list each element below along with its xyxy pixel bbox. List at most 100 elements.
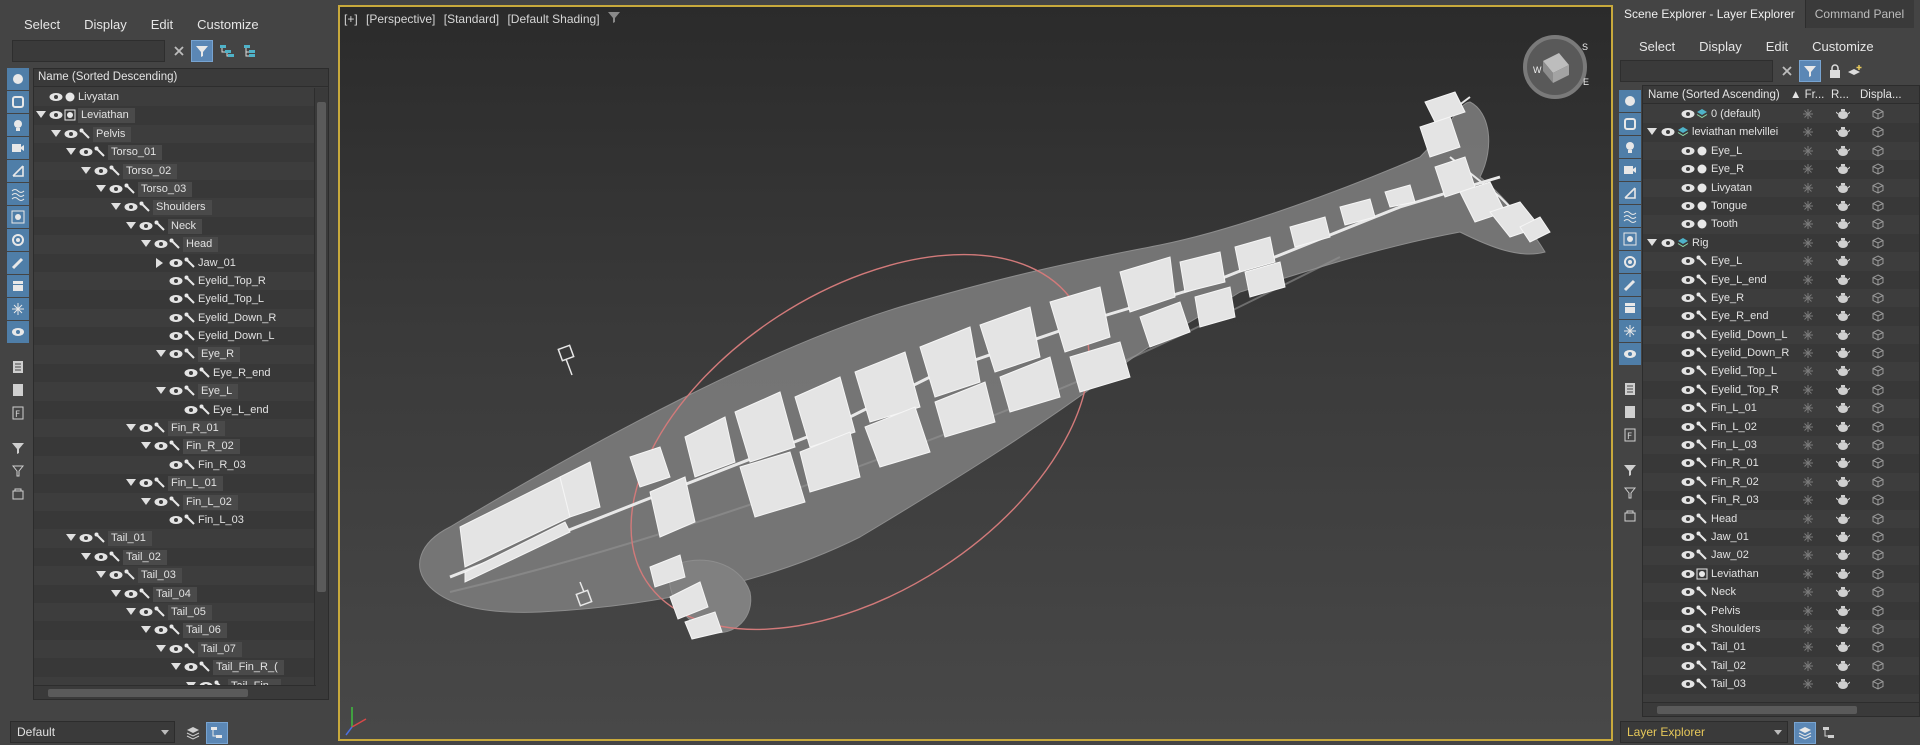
collapse-arrow-icon[interactable] <box>126 221 136 229</box>
layer-row[interactable]: Jaw_01 <box>1643 527 1919 547</box>
visibility-eye-icon[interactable] <box>1681 661 1695 671</box>
freeze-icon[interactable] <box>1802 494 1814 506</box>
collapse-arrow-icon[interactable] <box>126 479 136 487</box>
tree-row[interactable]: Eyelid_Top_L <box>34 290 314 309</box>
display-cube-icon[interactable] <box>1872 365 1884 378</box>
layers-stack-icon[interactable] <box>182 722 204 744</box>
selection-set-icon[interactable] <box>7 483 29 505</box>
freeze-icon[interactable] <box>1802 182 1814 194</box>
display-cube-icon[interactable] <box>1872 182 1884 194</box>
left-horizontal-scrollbar[interactable] <box>34 685 316 699</box>
display-cube-icon[interactable] <box>1872 623 1884 635</box>
freeze-icon[interactable] <box>1802 476 1814 488</box>
visibility-eye-icon[interactable] <box>1681 532 1695 542</box>
layer-row[interactable]: Neck <box>1643 583 1919 601</box>
render-teapot-icon[interactable] <box>1835 347 1851 359</box>
filter-toggle-icon[interactable] <box>1799 60 1821 82</box>
render-teapot-icon[interactable] <box>1835 255 1851 267</box>
render-teapot-icon[interactable] <box>1835 494 1851 506</box>
visibility-eye-icon[interactable] <box>49 110 63 120</box>
geometry-filter-icon[interactable] <box>1619 90 1641 112</box>
collapse-arrow-icon[interactable] <box>126 424 136 432</box>
visibility-eye-icon[interactable] <box>1681 385 1695 395</box>
new-layer-icon[interactable] <box>1844 60 1866 82</box>
freeze-icon[interactable] <box>1802 660 1814 672</box>
tree-row[interactable]: Tail_05 <box>34 603 314 621</box>
display-cube-icon[interactable] <box>1872 273 1884 286</box>
viewport-menu-plus[interactable]: [+] <box>344 12 358 26</box>
tree-row[interactable]: Tail_01 <box>34 529 314 547</box>
layer-row[interactable]: Eyelid_Down_L <box>1643 326 1919 344</box>
display-cube-icon[interactable] <box>1872 218 1884 230</box>
visibility-eye-icon[interactable] <box>169 331 183 341</box>
tree-row[interactable]: Tail_02 <box>34 547 314 567</box>
freeze-icon[interactable] <box>1802 678 1814 690</box>
display-cube-icon[interactable] <box>1872 163 1884 175</box>
layer-row[interactable]: Livyatan <box>1643 179 1919 197</box>
collapse-arrow-icon[interactable] <box>141 240 151 248</box>
visibility-eye-icon[interactable] <box>64 129 78 139</box>
render-teapot-icon[interactable] <box>1835 549 1851 561</box>
layer-row[interactable]: Eye_L <box>1643 142 1919 160</box>
display-cube-icon[interactable] <box>1872 549 1884 561</box>
visibility-eye-icon[interactable] <box>184 368 198 378</box>
tree-row[interactable]: Fin_R_02 <box>34 437 314 456</box>
display-cube-icon[interactable] <box>1872 476 1884 488</box>
render-teapot-icon[interactable] <box>1835 476 1851 488</box>
visibility-eye-icon[interactable] <box>1681 606 1695 616</box>
helpers-filter-icon[interactable] <box>7 160 29 182</box>
render-teapot-icon[interactable] <box>1835 126 1851 138</box>
tree-row[interactable]: Leviathan <box>34 106 314 125</box>
freeze-icon[interactable] <box>1802 292 1814 304</box>
layer-hierarchy-icon[interactable] <box>240 40 262 62</box>
bones-filter-icon[interactable] <box>7 252 29 274</box>
visibility-eye-icon[interactable] <box>1681 422 1695 432</box>
particles-filter-icon[interactable] <box>1619 320 1641 342</box>
column-freeze[interactable]: ▲ Fr... <box>1790 89 1824 101</box>
display-cube-icon[interactable] <box>1872 126 1884 138</box>
visibility-eye-icon[interactable] <box>1681 477 1695 487</box>
tree-row[interactable]: Torso_01 <box>34 143 314 162</box>
visibility-eye-icon[interactable] <box>94 552 108 562</box>
visibility-eye-icon[interactable] <box>1681 201 1695 211</box>
visibility-eye-icon[interactable] <box>1681 348 1695 358</box>
visibility-eye-icon[interactable] <box>1681 311 1695 321</box>
layer-row[interactable]: 0 (default) <box>1643 105 1919 123</box>
tree-row[interactable]: Livyatan <box>34 88 314 106</box>
layer-row[interactable]: Eyelid_Down_R <box>1643 344 1919 363</box>
find-input[interactable] <box>1620 60 1773 82</box>
layer-row[interactable]: Tail_01 <box>1643 638 1919 657</box>
visibility-eye-icon[interactable] <box>1681 569 1695 579</box>
display-all-icon[interactable] <box>7 356 29 378</box>
particles-filter-icon[interactable] <box>7 298 29 320</box>
perspective-viewport[interactable]: [+] [Perspective] [Standard] [Default Sh… <box>338 5 1613 741</box>
tree-row[interactable]: Torso_03 <box>34 179 314 199</box>
selection-set-icon[interactable] <box>1619 505 1641 527</box>
visibility-eye-icon[interactable] <box>1681 403 1695 413</box>
render-teapot-icon[interactable] <box>1835 365 1851 377</box>
freeze-icon[interactable] <box>1802 384 1814 396</box>
xrefs-filter-icon[interactable] <box>1619 251 1641 273</box>
collapse-arrow-icon[interactable] <box>96 184 106 192</box>
menu-customize[interactable]: Customize <box>1800 35 1885 57</box>
render-teapot-icon[interactable] <box>1835 200 1851 212</box>
visibility-eye-icon[interactable] <box>1681 146 1695 156</box>
visibility-eye-icon[interactable] <box>154 625 168 635</box>
freeze-icon[interactable] <box>1802 200 1814 212</box>
bones-filter-icon[interactable] <box>1619 274 1641 296</box>
visibility-eye-icon[interactable] <box>169 294 183 304</box>
visibility-eye-icon[interactable] <box>49 92 63 102</box>
layer-row[interactable]: Tongue <box>1643 196 1919 216</box>
freeze-icon[interactable] <box>1802 623 1814 635</box>
display-cube-icon[interactable] <box>1872 513 1884 525</box>
freeze-icon[interactable] <box>1802 439 1814 451</box>
freeze-icon[interactable] <box>1802 457 1814 469</box>
render-teapot-icon[interactable] <box>1835 218 1851 230</box>
visibility-eye-icon[interactable] <box>154 441 168 451</box>
collapse-arrow-icon[interactable] <box>126 607 136 615</box>
collapse-arrow-icon[interactable] <box>141 497 151 505</box>
visibility-eye-icon[interactable] <box>154 497 168 507</box>
visibility-eye-icon[interactable] <box>124 202 138 212</box>
visibility-eye-icon[interactable] <box>1681 458 1695 468</box>
render-teapot-icon[interactable] <box>1835 678 1851 690</box>
